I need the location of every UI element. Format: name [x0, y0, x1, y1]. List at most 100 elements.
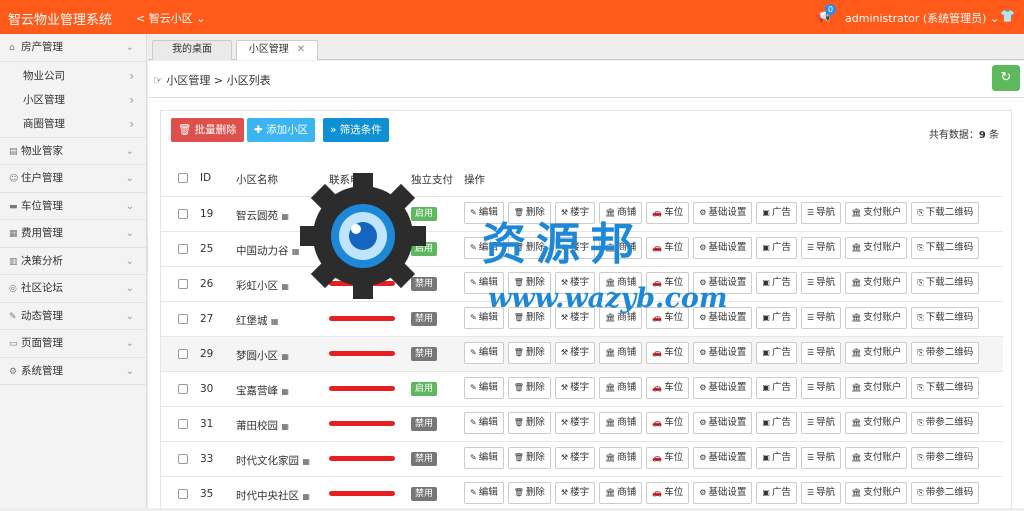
- row-action-button[interactable]: ✎ 编辑: [464, 202, 504, 224]
- row-action-button[interactable]: 🚗 车位: [646, 342, 690, 364]
- qr-icon[interactable]: ▦: [281, 422, 289, 431]
- filter-button[interactable]: » 筛选条件: [323, 118, 389, 142]
- row-action-button[interactable]: 🚗 车位: [646, 237, 690, 259]
- row-action-button[interactable]: ⚒ 楼宇: [554, 342, 596, 364]
- row-action-button[interactable]: ⎘ 带参二维码: [911, 342, 980, 364]
- qr-icon[interactable]: ▦: [302, 457, 310, 466]
- row-action-button[interactable]: ⚙ 基础设置: [693, 412, 753, 434]
- row-action-button[interactable]: ☰ 导航: [801, 237, 842, 259]
- row-action-button[interactable]: 🗑 删除: [507, 272, 551, 294]
- tab-desktop[interactable]: 我的桌面: [152, 40, 232, 60]
- qr-icon[interactable]: ▦: [302, 492, 310, 501]
- qr-icon[interactable]: ▦: [292, 247, 300, 256]
- qr-icon[interactable]: ▦: [281, 387, 289, 396]
- row-action-button[interactable]: ▣ 广告: [756, 412, 797, 434]
- row-action-button[interactable]: 🗑 删除: [507, 307, 551, 329]
- batch-delete-button[interactable]: 🗑 批量删除: [171, 118, 244, 142]
- pay-status-badge[interactable]: 禁用: [411, 347, 438, 361]
- row-checkbox[interactable]: [178, 419, 188, 429]
- sidebar-item-system[interactable]: ⚙ 系统管理 ⌄: [0, 358, 146, 385]
- sidebar-item-forum[interactable]: ◎ 社区论坛 ⌄: [0, 275, 146, 303]
- row-action-button[interactable]: ✎ 编辑: [464, 307, 504, 329]
- row-action-button[interactable]: 🗑 删除: [507, 237, 551, 259]
- row-action-button[interactable]: ▣ 广告: [756, 202, 797, 224]
- row-action-button[interactable]: 🏛 商铺: [599, 447, 643, 469]
- row-action-button[interactable]: ⚒ 楼宇: [554, 272, 596, 294]
- row-action-button[interactable]: ⎘ 下载二维码: [911, 202, 980, 224]
- row-checkbox[interactable]: [178, 279, 188, 289]
- pay-status-badge[interactable]: 禁用: [411, 487, 438, 501]
- row-action-button[interactable]: 🗑 删除: [507, 377, 551, 399]
- row-action-button[interactable]: ▣ 广告: [756, 307, 797, 329]
- row-action-button[interactable]: 🏛 商铺: [599, 377, 643, 399]
- add-community-button[interactable]: ✚ 添加小区: [247, 118, 316, 142]
- row-action-button[interactable]: ✎ 编辑: [464, 412, 504, 434]
- row-action-button[interactable]: 🏛 支付账户: [845, 447, 908, 469]
- row-action-button[interactable]: ⚙ 基础设置: [693, 307, 753, 329]
- refresh-button[interactable]: ↻: [992, 65, 1020, 91]
- row-action-button[interactable]: 🏛 支付账户: [845, 342, 908, 364]
- row-action-button[interactable]: 🏛 商铺: [599, 342, 643, 364]
- pay-status-badge[interactable]: 启用: [411, 207, 438, 221]
- breadcrumb-root[interactable]: 小区管理: [166, 74, 210, 87]
- qr-icon[interactable]: ▦: [281, 282, 289, 291]
- row-action-button[interactable]: ⚙ 基础设置: [693, 377, 753, 399]
- row-action-button[interactable]: ☰ 导航: [801, 447, 842, 469]
- row-action-button[interactable]: ⚒ 楼宇: [554, 377, 596, 399]
- row-action-button[interactable]: 🏛 支付账户: [845, 202, 908, 224]
- row-action-button[interactable]: 🚗 车位: [646, 202, 690, 224]
- sidebar-item-analysis[interactable]: ▥ 决策分析 ⌄: [0, 248, 146, 275]
- row-action-button[interactable]: ⎘ 下载二维码: [911, 377, 980, 399]
- tab-community[interactable]: 小区管理 ✕: [236, 40, 318, 60]
- row-action-button[interactable]: ⚙ 基础设置: [693, 237, 753, 259]
- row-checkbox[interactable]: [178, 314, 188, 324]
- row-action-button[interactable]: 🗑 删除: [507, 412, 551, 434]
- row-action-button[interactable]: ▣ 广告: [756, 377, 797, 399]
- row-action-button[interactable]: 🚗 车位: [646, 482, 690, 504]
- row-action-button[interactable]: 🚗 车位: [646, 412, 690, 434]
- pay-status-badge[interactable]: 禁用: [411, 312, 438, 326]
- row-action-button[interactable]: ⚒ 楼宇: [554, 412, 596, 434]
- row-checkbox[interactable]: [178, 349, 188, 359]
- row-action-button[interactable]: 🏛 商铺: [599, 482, 643, 504]
- sidebar-item-news[interactable]: ✎ 动态管理 ⌄: [0, 303, 146, 330]
- pay-status-badge[interactable]: 启用: [411, 382, 438, 396]
- row-action-button[interactable]: ▣ 广告: [756, 482, 797, 504]
- row-action-button[interactable]: ▣ 广告: [756, 237, 797, 259]
- row-action-button[interactable]: 🗑 删除: [507, 202, 551, 224]
- qr-icon[interactable]: ▦: [271, 317, 279, 326]
- row-action-button[interactable]: ☰ 导航: [801, 482, 842, 504]
- row-action-button[interactable]: ▣ 广告: [756, 447, 797, 469]
- row-action-button[interactable]: 🚗 车位: [646, 447, 690, 469]
- row-action-button[interactable]: ✎ 编辑: [464, 482, 504, 504]
- sidebar-item-parking[interactable]: ▬ 车位管理 ⌄: [0, 193, 146, 220]
- row-action-button[interactable]: ☰ 导航: [801, 307, 842, 329]
- sidebar-item-pages[interactable]: ▭ 页面管理 ⌄: [0, 330, 146, 358]
- row-action-button[interactable]: ⎘ 带参二维码: [911, 482, 980, 504]
- row-action-button[interactable]: 🏛 支付账户: [845, 377, 908, 399]
- row-action-button[interactable]: 🗑 删除: [507, 482, 551, 504]
- row-checkbox[interactable]: [178, 244, 188, 254]
- community-selector[interactable]: < 智云小区 ⌄: [136, 10, 205, 26]
- row-action-button[interactable]: ☰ 导航: [801, 272, 842, 294]
- row-action-button[interactable]: ⎘ 带参二维码: [911, 447, 980, 469]
- row-action-button[interactable]: 🏛 商铺: [599, 307, 643, 329]
- pay-status-badge[interactable]: 禁用: [411, 417, 438, 431]
- sidebar-item-butler[interactable]: ▤ 物业管家 ⌄: [0, 138, 146, 165]
- row-action-button[interactable]: 🗑 删除: [507, 447, 551, 469]
- row-checkbox[interactable]: [178, 209, 188, 219]
- row-action-button[interactable]: 🚗 车位: [646, 272, 690, 294]
- row-action-button[interactable]: ⚒ 楼宇: [554, 202, 596, 224]
- row-action-button[interactable]: 🚗 车位: [646, 377, 690, 399]
- row-action-button[interactable]: 🏛 商铺: [599, 412, 643, 434]
- sidebar-item-property[interactable]: ⌂ 房产管理 ⌄: [0, 34, 146, 62]
- row-checkbox[interactable]: [178, 384, 188, 394]
- sidebar-subitem-community[interactable]: 小区管理 ›: [0, 88, 146, 112]
- row-action-button[interactable]: ✎ 编辑: [464, 342, 504, 364]
- row-action-button[interactable]: 🏛 商铺: [599, 237, 643, 259]
- sidebar-subitem-company[interactable]: 物业公司 ›: [0, 64, 146, 88]
- row-action-button[interactable]: ⎘ 带参二维码: [911, 412, 980, 434]
- row-action-button[interactable]: ✎ 编辑: [464, 237, 504, 259]
- row-action-button[interactable]: ▣ 广告: [756, 342, 797, 364]
- row-action-button[interactable]: ☰ 导航: [801, 377, 842, 399]
